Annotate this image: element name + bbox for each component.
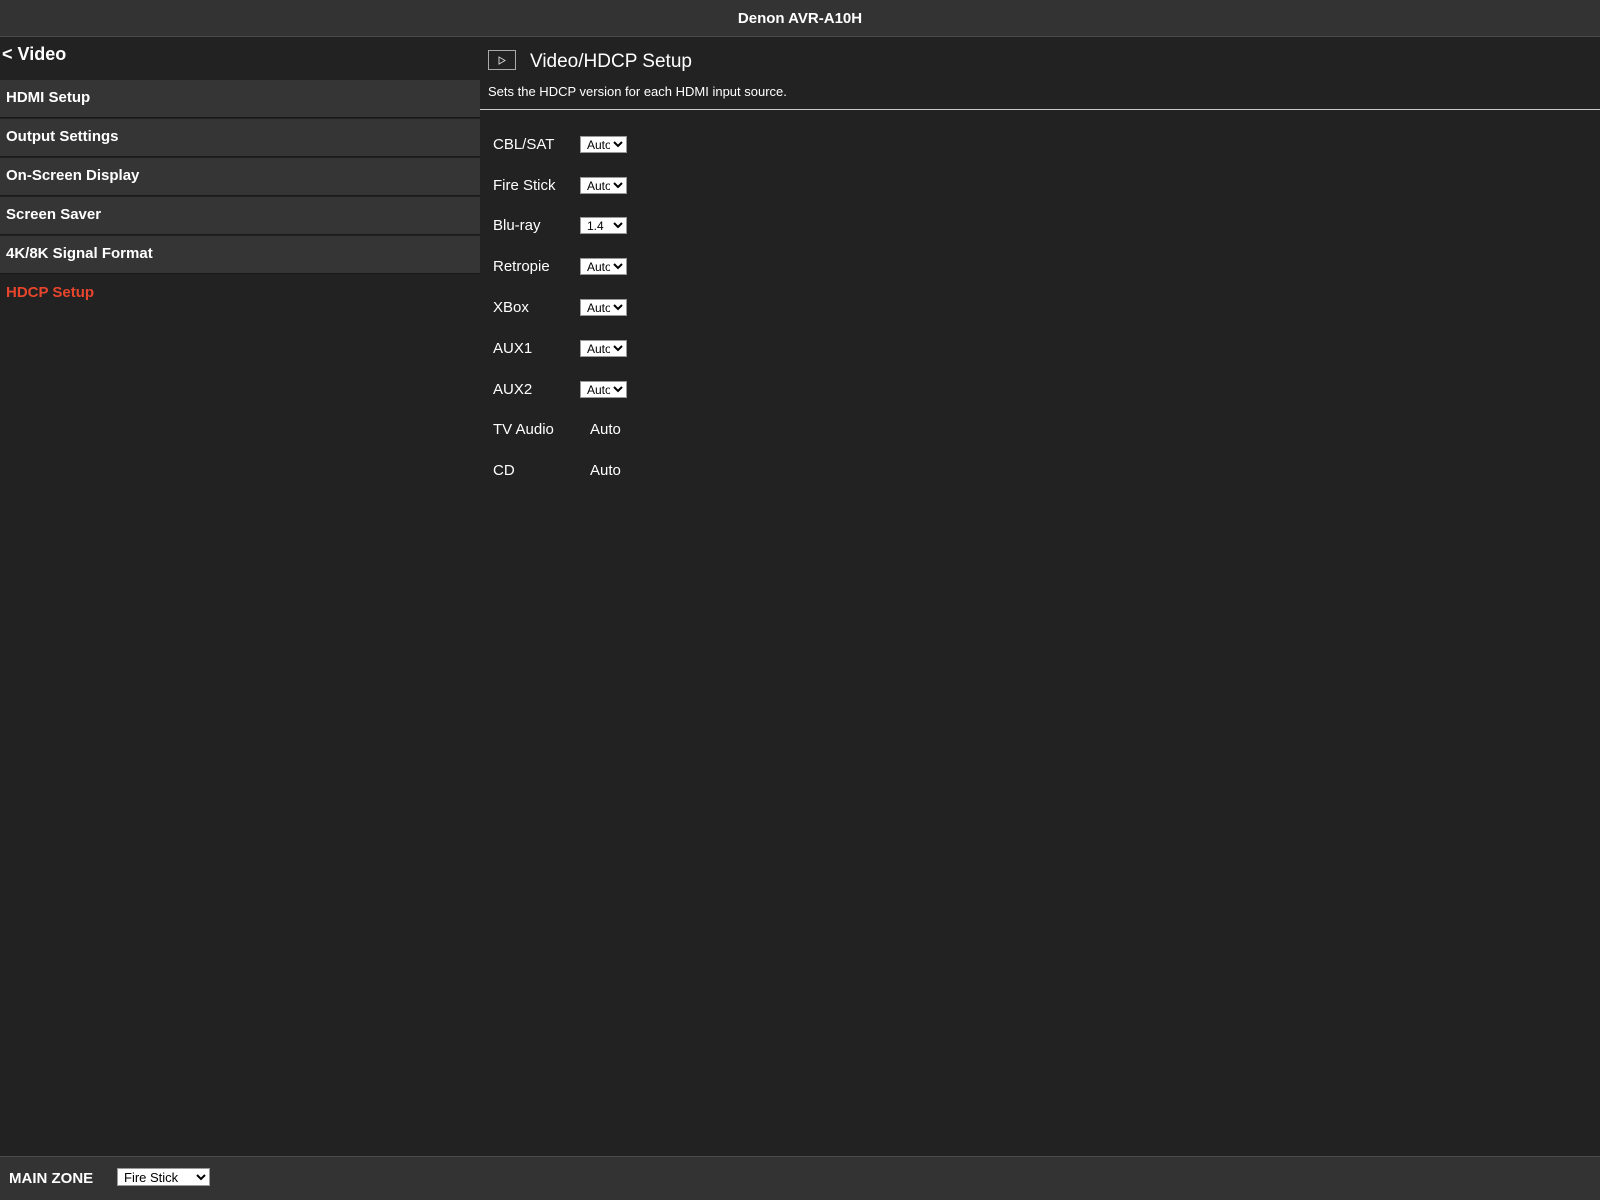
hdcp-row-tv-audio: TV Audio Auto <box>493 410 1600 451</box>
content-header: Video/HDCP Setup Sets the HDCP version f… <box>480 38 1600 110</box>
hdcp-row-blu-ray: Blu-ray 1.4 <box>493 206 1600 247</box>
hdcp-version-select[interactable]: Auto <box>580 135 627 153</box>
source-label: AUX2 <box>493 380 533 398</box>
app-title: Denon AVR-A10H <box>737 10 863 27</box>
hdcp-source-list: CBL/SAT Auto Fire Stick Auto Blu-ray 1.4… <box>480 110 1600 491</box>
play-triangle-icon <box>498 55 506 65</box>
zone-label: MAIN ZONE <box>9 1170 94 1187</box>
title-bar: Denon AVR-A10H <box>0 0 1600 37</box>
hdcp-version-select[interactable]: Auto <box>580 176 627 194</box>
play-icon[interactable] <box>488 50 516 70</box>
main-content: Video/HDCP Setup Sets the HDCP version f… <box>480 38 1600 491</box>
back-button[interactable]: < Video <box>0 38 480 80</box>
page-description: Sets the HDCP version for each HDMI inpu… <box>488 84 787 99</box>
zone-bar: MAIN ZONE Fire Stick <box>0 1156 1600 1200</box>
source-select[interactable]: Fire Stick <box>117 1168 210 1186</box>
hdcp-version-value: Auto <box>590 462 621 480</box>
hdcp-row-aux1: AUX1 Auto <box>493 328 1600 369</box>
sidebar-item-screen-saver[interactable]: Screen Saver <box>0 197 480 235</box>
hdcp-version-select[interactable]: Auto <box>580 339 627 357</box>
source-label: Blu-ray <box>493 217 541 235</box>
hdcp-row-retropie: Retropie Auto <box>493 246 1600 287</box>
source-label: TV Audio <box>493 421 554 439</box>
hdcp-version-select[interactable]: Auto <box>580 258 627 276</box>
hdcp-version-select[interactable]: Auto <box>580 380 627 398</box>
hdcp-version-select[interactable]: 1.4 <box>580 217 627 235</box>
sidebar-item-on-screen-display[interactable]: On-Screen Display <box>0 158 480 196</box>
hdcp-row-cd: CD Auto <box>493 450 1600 491</box>
page-title: Video/HDCP Setup <box>530 51 692 72</box>
sidebar: < Video HDMI Setup Output Settings On-Sc… <box>0 38 480 314</box>
source-label: AUX1 <box>493 339 533 357</box>
sidebar-item-output-settings[interactable]: Output Settings <box>0 119 480 157</box>
source-label: CBL/SAT <box>493 135 555 153</box>
hdcp-row-xbox: XBox Auto <box>493 287 1600 328</box>
hdcp-row-fire-stick: Fire Stick Auto <box>493 165 1600 206</box>
hdcp-row-cbl-sat: CBL/SAT Auto <box>493 124 1600 165</box>
source-label: XBox <box>493 299 529 317</box>
source-label: Retropie <box>493 258 550 276</box>
sidebar-item-hdcp-setup[interactable]: HDCP Setup <box>0 275 480 313</box>
hdcp-row-aux2: AUX2 Auto <box>493 369 1600 410</box>
source-label: Fire Stick <box>493 176 556 194</box>
hdcp-version-value: Auto <box>590 421 621 439</box>
sidebar-item-signal-format[interactable]: 4K/8K Signal Format <box>0 236 480 274</box>
hdcp-version-select[interactable]: Auto <box>580 299 627 317</box>
source-label: CD <box>493 462 515 480</box>
sidebar-item-hdmi-setup[interactable]: HDMI Setup <box>0 80 480 118</box>
